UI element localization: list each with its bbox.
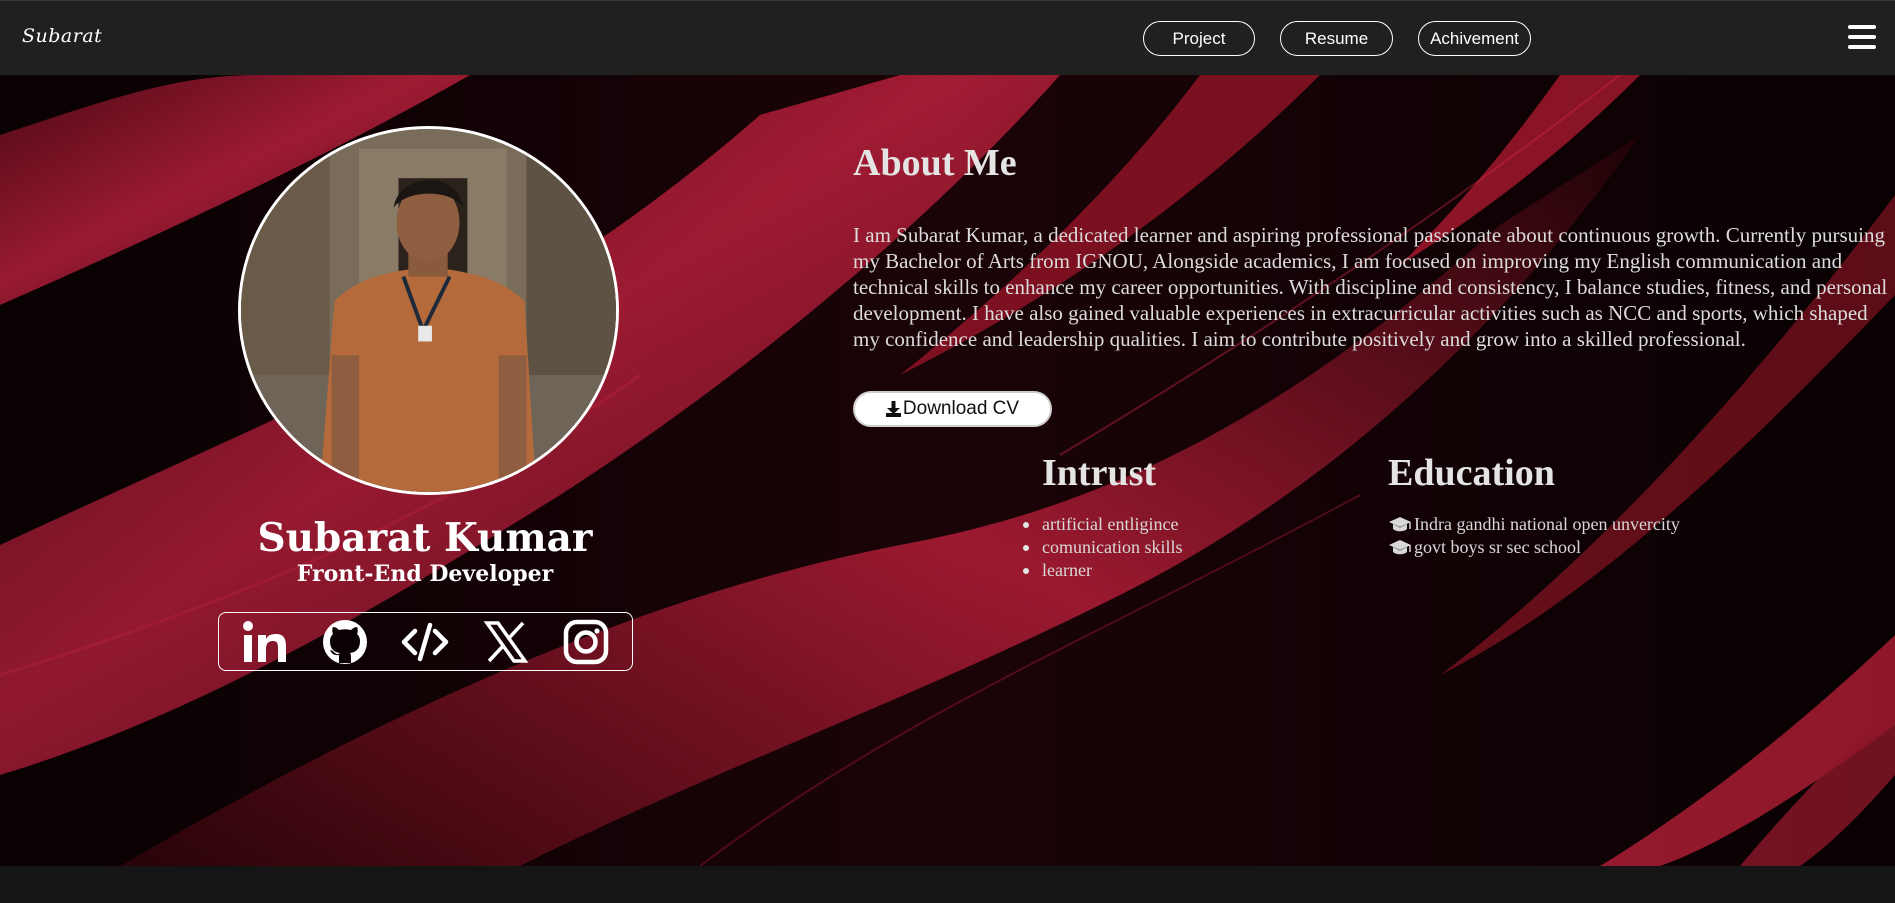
nav-project-button[interactable]: Project <box>1143 21 1255 56</box>
profile-role: Front-End Developer <box>296 561 554 587</box>
linkedin-icon[interactable] <box>239 616 291 668</box>
list-item: comunication skills <box>1022 537 1183 557</box>
download-cv-label: Download CV <box>902 398 1020 419</box>
list-item: Indra gandhi national open unvercity <box>1388 513 1680 536</box>
x-icon[interactable] <box>480 616 532 668</box>
graduation-cap-icon <box>1389 516 1411 531</box>
list-item: artificial entligince <box>1022 513 1182 536</box>
download-cv-button[interactable]: Download CV <box>853 391 1052 427</box>
education-list: Indra gandhi national open unvercity gov… <box>1388 513 1680 559</box>
list-item: govt boys sr sec school <box>1388 536 1680 559</box>
github-icon[interactable] <box>319 616 371 668</box>
list-item: learner <box>1022 559 1182 582</box>
profile-name: Subarat Kumar <box>257 515 593 561</box>
interest-title: Intrust <box>1042 452 1157 494</box>
navbar: Subarat Project Resume Achivement <box>0 0 1895 75</box>
education-title: Education <box>1388 452 1555 494</box>
social-links <box>218 612 633 671</box>
graduation-cap-icon <box>1389 539 1411 554</box>
about-text: I am Subarat Kumar, a dedicated learner … <box>853 223 1888 351</box>
education-item-label: Indra gandhi national open unvercity <box>1414 514 1680 534</box>
instagram-icon[interactable] <box>560 616 612 668</box>
brand-logo[interactable]: Subarat <box>22 25 102 47</box>
profile-photo <box>238 126 619 495</box>
nav-achivement-button[interactable]: Achivement <box>1418 21 1531 56</box>
interest-list: artificial entligince comunication skill… <box>1022 513 1183 582</box>
hero-section: Subarat Kumar Front-End Developer About … <box>0 75 1895 866</box>
hamburger-icon[interactable] <box>1848 25 1876 50</box>
education-item-label: govt boys sr sec school <box>1414 537 1581 557</box>
about-title: About Me <box>853 142 1017 184</box>
footer-strip <box>0 866 1895 903</box>
code-icon[interactable] <box>399 616 451 668</box>
nav-resume-button[interactable]: Resume <box>1280 21 1393 56</box>
download-icon <box>885 401 901 417</box>
